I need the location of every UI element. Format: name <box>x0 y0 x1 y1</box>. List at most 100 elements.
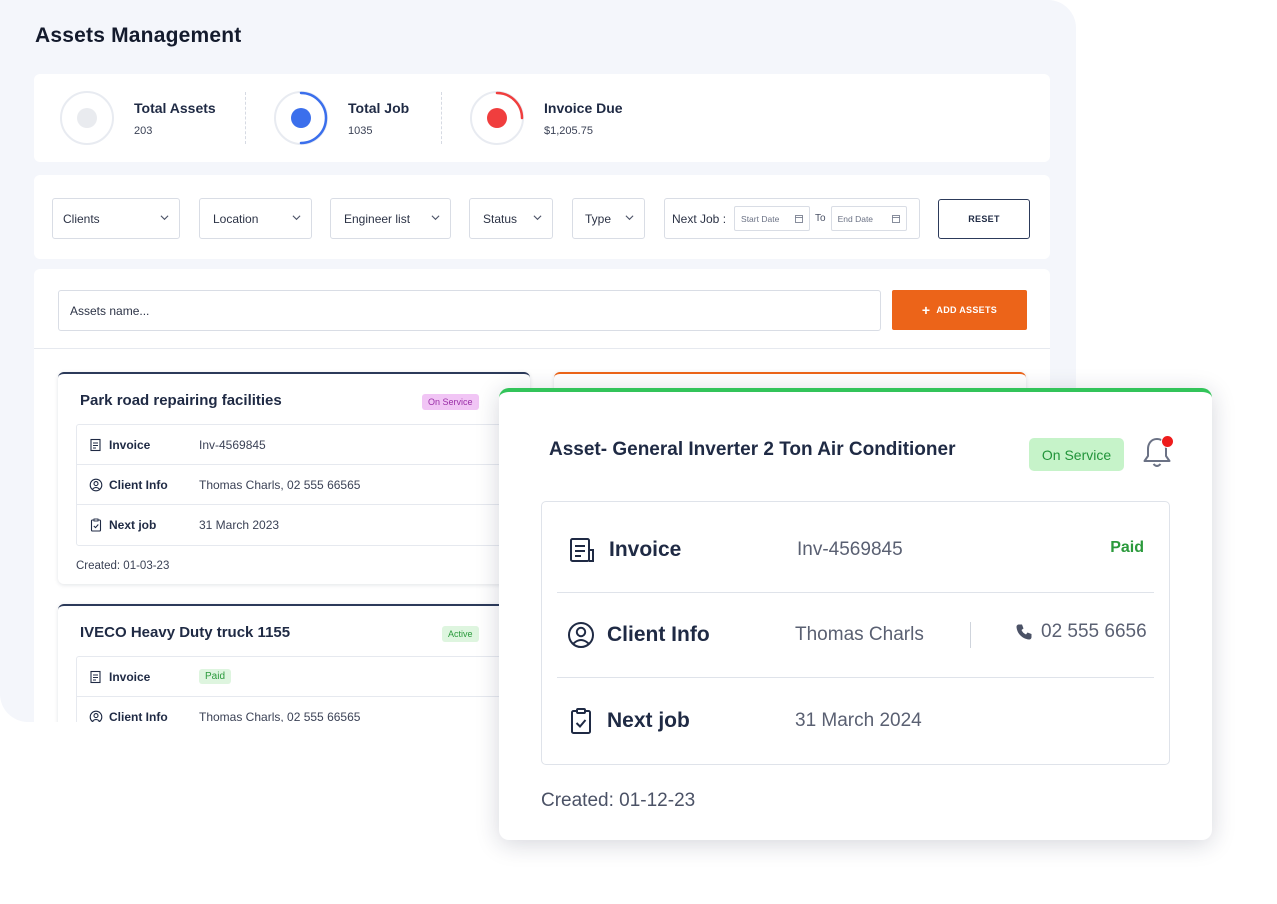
stat-value: 1035 <box>348 124 373 137</box>
stat-label: Total Job <box>348 99 410 116</box>
stat-label: Invoice Due <box>544 99 623 116</box>
user-circle-icon <box>568 621 594 648</box>
chevron-down-icon <box>625 215 634 221</box>
total-assets-ring <box>60 91 114 145</box>
chevron-down-icon <box>292 215 301 221</box>
clipboard-check-icon <box>571 708 591 734</box>
invoice-icon <box>90 670 101 683</box>
invoice-due-dot <box>487 108 507 128</box>
start-date-placeholder: Start Date <box>741 213 780 224</box>
row-value: Inv-4569845 <box>199 437 266 452</box>
stat-invoice-due: Invoice Due $1,205.75 <box>470 90 623 146</box>
chevron-down-icon <box>533 215 542 221</box>
status-badge: On Service <box>422 394 479 410</box>
row-label: Client Info <box>109 710 168 722</box>
paid-badge: Paid <box>199 669 232 684</box>
row-value: Thomas Charls, 02 555 66565 <box>199 710 361 722</box>
engineer-list-dropdown[interactable]: Engineer list <box>330 198 451 239</box>
client-info-row: Client Info Thomas Charls 02 555 6656 <box>557 592 1154 678</box>
page-title: Assets Management <box>35 24 242 47</box>
location-dropdown[interactable]: Location <box>199 198 312 239</box>
asset-card-details: Invoice Paid Client Info Thomas Charls, … <box>76 656 530 722</box>
to-label: To <box>815 213 826 224</box>
filters-bar: Clients Location Engineer list Status Ty… <box>34 175 1050 259</box>
next-job-label: Next Job : <box>672 211 727 226</box>
user-circle-icon <box>89 710 103 722</box>
invoice-value: Inv-4569845 <box>797 538 903 560</box>
asset-detail-title: Asset- General Inverter 2 Ton Air Condit… <box>549 439 956 460</box>
row-value: Thomas Charls, 02 555 66565 <box>199 477 361 492</box>
row-label: Invoice <box>109 437 151 452</box>
start-date-input[interactable]: Start Date <box>734 206 811 231</box>
status-dropdown[interactable]: Status <box>469 198 553 239</box>
reset-button[interactable]: RESET <box>938 199 1030 239</box>
bell-icon[interactable] <box>1142 435 1174 469</box>
invoice-row: Invoice Paid <box>77 657 530 697</box>
engineer-list-dropdown-label: Engineer list <box>344 211 411 226</box>
location-dropdown-label: Location <box>213 211 259 226</box>
next-job-value: 31 March 2024 <box>795 710 922 731</box>
stats-bar: Total Assets 203 Total Job 1035 Invoice … <box>34 74 1050 162</box>
end-date-placeholder: End Date <box>837 213 874 224</box>
divider <box>970 622 971 648</box>
chevron-down-icon <box>160 215 169 221</box>
stat-total-job: Total Job 1035 <box>274 90 409 146</box>
add-assets-button[interactable]: + ADD ASSETS <box>892 290 1027 330</box>
status-dropdown-label: Status <box>483 211 518 226</box>
status-badge: Active <box>442 626 479 642</box>
notification-dot <box>1161 435 1174 448</box>
created-date: Created: 01-12-23 <box>541 790 696 811</box>
asset-card[interactable]: IVECO Heavy Duty truck 1155 Active Invoi… <box>58 604 530 722</box>
phone-icon <box>1016 624 1032 640</box>
stat-divider <box>245 92 246 144</box>
plus-icon: + <box>921 302 931 318</box>
calendar-icon <box>795 215 803 223</box>
next-job-label: Next job <box>607 709 690 732</box>
calendar-icon <box>891 215 900 223</box>
clients-dropdown[interactable]: Clients <box>52 198 180 239</box>
assets-search-input[interactable] <box>58 290 881 331</box>
row-label: Next job <box>109 518 157 532</box>
row-value: 31 March 2023 <box>199 518 280 532</box>
invoice-row: Invoice Inv-4569845 Paid <box>557 507 1154 593</box>
end-date-input[interactable]: End Date <box>830 206 907 231</box>
row-label: Invoice <box>109 669 151 684</box>
clipboard-check-icon <box>90 518 102 532</box>
chevron-down-icon <box>431 215 440 221</box>
stat-total-assets: Total Assets 203 <box>60 90 216 146</box>
stat-value: $1,205.75 <box>544 124 593 137</box>
row-label: Client Info <box>109 477 168 492</box>
client-info-row: Client Info Thomas Charls, 02 555 66565 <box>77 465 530 505</box>
client-info-label: Client Info <box>607 622 710 646</box>
user-circle-icon <box>89 478 103 491</box>
client-info-row: Client Info Thomas Charls, 02 555 66565 <box>77 697 530 722</box>
total-job-ring <box>274 91 328 145</box>
stat-label: Total Assets <box>134 99 216 116</box>
next-job-row: Next job 31 March 2023 <box>77 505 530 545</box>
stat-value: 203 <box>134 124 153 137</box>
type-dropdown-label: Type <box>585 211 612 226</box>
next-job-row: Next job 31 March 2024 <box>557 678 1154 764</box>
asset-detail-card[interactable]: Asset- General Inverter 2 Ton Air Condit… <box>499 388 1212 840</box>
status-badge: On Service <box>1029 438 1124 471</box>
stat-divider <box>441 92 442 144</box>
created-date: Created: 01-03-23 <box>76 560 170 572</box>
invoice-icon <box>570 537 594 562</box>
client-phone-value: 02 555 6656 <box>1041 621 1147 642</box>
asset-card-title: Park road repairing facilities <box>80 392 282 409</box>
invoice-label: Invoice <box>609 537 682 561</box>
asset-card-title: IVECO Heavy Duty truck 1155 <box>80 624 291 641</box>
asset-card-details: Invoice Inv-4569845 Client Info Thomas C… <box>76 424 530 546</box>
clients-dropdown-label: Clients <box>63 211 100 226</box>
invoice-due-ring <box>470 91 524 145</box>
invoice-status: Paid <box>1110 539 1144 556</box>
invoice-row: Invoice Inv-4569845 <box>77 425 530 465</box>
client-phone[interactable]: 02 555 6656 <box>1015 621 1147 643</box>
add-assets-label: ADD ASSETS <box>936 305 998 315</box>
next-job-filter: Next Job : Start Date To End Date <box>664 198 920 239</box>
type-dropdown[interactable]: Type <box>572 198 645 239</box>
total-assets-dot <box>77 108 97 128</box>
invoice-icon <box>90 438 101 451</box>
search-area: + ADD ASSETS <box>34 269 1050 349</box>
asset-card[interactable]: Park road repairing facilities On Servic… <box>58 372 530 584</box>
